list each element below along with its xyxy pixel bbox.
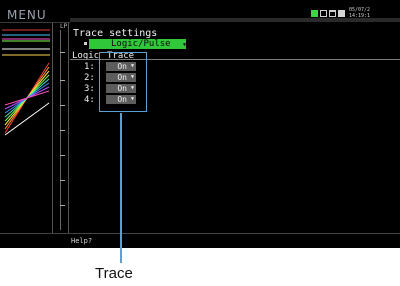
row-label: 2: [84,73,95,83]
scale-tick [60,180,65,181]
trace-line [4,90,50,106]
scale-tick [60,205,65,206]
callout-label: Trace [95,265,133,282]
menu-button[interactable]: MENU [7,9,47,21]
row-label: 1: [84,62,95,72]
scale-tick [60,130,65,131]
waveform-panel [0,23,53,233]
key-lock-icon [338,10,345,17]
row-label: 3: [84,84,95,94]
cursor-marker-icon [84,42,87,45]
battery-icon [311,10,318,17]
datetime: 05/07/2 14:19:1 [349,7,370,19]
scale-tick [60,80,65,81]
scale-tick [60,105,65,106]
scale-panel [53,23,69,233]
page-title: Trace settings [73,28,158,39]
row-label: 4: [84,95,95,105]
scale-tick [60,52,65,53]
mode-select[interactable]: Logic/Pulse [89,39,186,49]
display-icon [329,10,336,17]
time-readout: 14:19:1 [349,13,371,19]
footer-divider [0,233,400,234]
memory-card-icon [320,10,327,17]
status-icons [311,10,345,17]
scale-tick [60,155,65,156]
device-screen: MENU 05/07/2 14:19:1 LP Trace settings L… [0,0,400,248]
waveform-preview [2,29,50,136]
scale-label: LP [60,23,68,30]
chevron-down-icon: ▼ [183,42,187,48]
trace-column-highlight [99,52,147,112]
callout-leader-line [120,113,122,263]
help-text: Help? [71,237,93,245]
